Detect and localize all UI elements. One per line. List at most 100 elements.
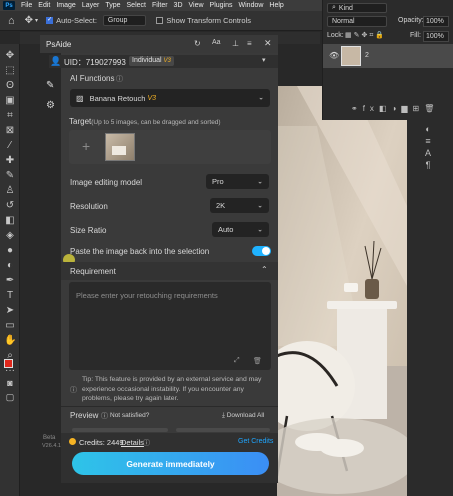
download-all-button[interactable]: ⤓ Download All xyxy=(222,412,264,420)
menu-filter[interactable]: Filter xyxy=(149,2,171,9)
show-transform-checkbox[interactable] xyxy=(156,16,166,25)
preview-label: Preview xyxy=(70,411,99,420)
font-size-icon[interactable]: Aa xyxy=(212,39,221,46)
ai-function-select[interactable]: ▨ Banana Retouch V3 ⌄ xyxy=(70,89,270,107)
fx-icon[interactable]: fx xyxy=(363,104,379,113)
not-satisfied-label[interactable]: Not satisfied? xyxy=(110,412,149,419)
add-image-icon[interactable]: + xyxy=(82,138,90,154)
group-folder-icon[interactable]: ▆ xyxy=(401,104,412,113)
new-layer-icon[interactable]: ⊞ xyxy=(413,104,425,113)
healing-brush-tool-icon[interactable]: ✚ xyxy=(4,155,16,167)
gear-icon[interactable]: ⚙ xyxy=(46,100,55,111)
generate-button[interactable]: Generate immediately xyxy=(72,452,269,475)
lasso-tool-icon[interactable]: ʘ xyxy=(4,80,16,92)
blur-tool-icon[interactable]: ● xyxy=(4,245,16,257)
target-image-area[interactable]: + xyxy=(69,130,271,164)
move-tool-icon[interactable]: ✥ xyxy=(4,50,16,62)
frame-tool-icon[interactable]: ⊠ xyxy=(4,125,16,137)
search-icon: ⌕ xyxy=(332,4,336,11)
trash-icon[interactable]: 🗑 xyxy=(253,357,262,365)
get-credits-link[interactable]: Get Credits xyxy=(238,438,273,445)
marquee-tool-icon[interactable]: ⬚ xyxy=(4,65,16,77)
info-icon: ⓘ xyxy=(101,413,108,420)
eraser-tool-icon[interactable]: ◧ xyxy=(4,215,16,227)
adjustments-icon[interactable]: ◐ xyxy=(422,123,434,135)
eyedropper-tool-icon[interactable]: ⁄ xyxy=(4,140,16,152)
menu-window[interactable]: Window xyxy=(236,2,267,9)
canvas-photo[interactable] xyxy=(277,86,407,496)
add-mask-icon[interactable]: ◧ xyxy=(379,104,392,113)
details-link[interactable]: Details xyxy=(121,438,144,447)
opacity-field[interactable]: 100% xyxy=(423,16,449,27)
chevron-up-icon[interactable]: ⌃ xyxy=(261,265,268,274)
fill-field[interactable]: 100% xyxy=(423,31,449,42)
target-label: Target xyxy=(69,117,92,126)
paragraph-icon[interactable]: ¶ xyxy=(422,159,434,171)
foreground-color-swatch[interactable] xyxy=(4,359,13,368)
adjustment-layer-icon[interactable]: ◑ xyxy=(392,104,402,113)
link-layers-icon[interactable]: ⚭ xyxy=(351,104,363,113)
menu-plugins[interactable]: Plugins xyxy=(207,2,236,9)
clone-stamp-tool-icon[interactable]: ♙ xyxy=(4,185,16,197)
crop-tool-icon[interactable]: ⌗ xyxy=(4,110,16,122)
menu-edit[interactable]: Edit xyxy=(35,2,53,9)
target-label-row: Target(Up to 5 images, can be dragged an… xyxy=(69,117,269,126)
chevron-down-icon[interactable]: ▾ xyxy=(262,56,266,64)
info-icon[interactable]: ⓘ xyxy=(116,74,123,84)
pin-icon[interactable]: ⊥ xyxy=(232,39,239,48)
menu-layer[interactable]: Layer xyxy=(79,2,103,9)
paste-back-toggle[interactable] xyxy=(252,246,271,256)
delete-layer-icon[interactable]: 🗑 xyxy=(424,104,439,113)
preview-slot xyxy=(72,428,168,432)
user-icon: 👤 xyxy=(50,56,62,66)
size-ratio-select[interactable]: Auto ⌄ xyxy=(212,222,269,237)
menu-select[interactable]: Select xyxy=(124,2,149,9)
menu-file[interactable]: File xyxy=(18,2,35,9)
visibility-eye-icon[interactable]: 👁 xyxy=(329,51,339,60)
function-version-badge: V3 xyxy=(147,94,157,102)
blend-mode-select[interactable]: Normal xyxy=(327,16,387,27)
type-tool-icon[interactable]: T xyxy=(4,290,16,302)
move-tool-icon[interactable]: ✥ xyxy=(25,15,33,26)
brush-tool-icon[interactable]: ✎ xyxy=(4,170,16,182)
refresh-icon[interactable]: ↻ xyxy=(194,39,201,48)
pen-tool-icon[interactable]: ✒ xyxy=(4,275,16,287)
menu-view[interactable]: View xyxy=(186,2,207,9)
right-dock-strip xyxy=(407,120,453,496)
character-icon[interactable]: A xyxy=(422,147,434,159)
close-icon[interactable]: ✕ xyxy=(264,38,272,49)
resolution-select[interactable]: 2K ⌄ xyxy=(210,198,269,213)
requirement-placeholder: Please enter your retouching requirement… xyxy=(76,291,218,300)
layer-filter-select[interactable]: ⌕ Kind xyxy=(327,3,387,13)
menu-image[interactable]: Image xyxy=(53,2,78,9)
target-thumbnail[interactable] xyxy=(105,133,135,161)
object-select-tool-icon[interactable]: ▣ xyxy=(4,95,16,107)
expand-icon[interactable]: ⤢ xyxy=(234,357,240,365)
model-label: Image editing model xyxy=(70,178,143,187)
pencil-icon[interactable]: ✎ xyxy=(46,80,54,91)
paint-bucket-tool-icon[interactable]: ◈ xyxy=(4,230,16,242)
auto-select-target-select[interactable]: Group xyxy=(102,15,147,26)
history-brush-tool-icon[interactable]: ↺ xyxy=(4,200,16,212)
menu-help[interactable]: Help xyxy=(266,2,286,9)
info-icon: ⓘ xyxy=(143,440,150,447)
layer-filter-label: Kind xyxy=(338,4,353,12)
home-icon[interactable]: ⌂ xyxy=(8,15,15,27)
menu-3d[interactable]: 3D xyxy=(171,2,186,9)
lock-options-icons[interactable]: ▦✎✥⌗🔒 xyxy=(345,31,386,40)
paste-back-label: Paste the image back into the selection xyxy=(70,247,210,256)
screen-mode-icon[interactable]: ▢ xyxy=(4,391,16,403)
quick-mask-icon[interactable]: ◙ xyxy=(4,377,16,389)
menu-type[interactable]: Type xyxy=(102,2,123,9)
dodge-tool-icon[interactable]: ◐ xyxy=(4,260,16,272)
model-select[interactable]: Pro ⌄ xyxy=(206,174,269,189)
tools-panel: ✥ ⬚ ʘ ▣ ⌗ ⊠ ⁄ ✚ ✎ ♙ ↺ ◧ ◈ ● ◐ ✒ T ➤ ▭ ✋ … xyxy=(0,44,20,496)
properties-icon[interactable]: ≡ xyxy=(422,135,434,147)
rectangle-tool-icon[interactable]: ▭ xyxy=(4,320,16,332)
path-select-tool-icon[interactable]: ➤ xyxy=(4,305,16,317)
layer-row[interactable]: 👁 2 xyxy=(323,44,453,68)
chevron-down-icon[interactable]: ▾ xyxy=(35,17,38,24)
menu-icon[interactable]: ≡ xyxy=(247,39,252,48)
auto-select-checkbox[interactable] xyxy=(46,16,56,25)
hand-tool-icon[interactable]: ✋ xyxy=(4,335,16,347)
